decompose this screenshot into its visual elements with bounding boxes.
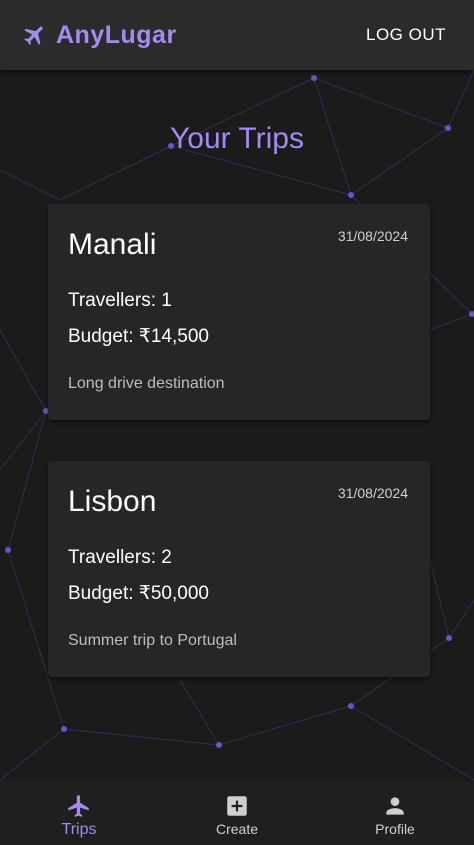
nav-item-create[interactable]: Create	[158, 781, 316, 845]
page-title: Your Trips	[170, 122, 304, 155]
logout-button[interactable]: LOG OUT	[366, 25, 446, 45]
airplane-icon	[24, 26, 43, 45]
add-box-icon	[227, 796, 247, 816]
brand[interactable]: AnyLugar	[22, 21, 177, 50]
trip-budget: Budget: ₹14,500	[68, 326, 209, 347]
app-name: AnyLugar	[56, 20, 177, 49]
trip-name: Lisbon	[68, 485, 157, 518]
trip-card[interactable]: Lisbon 31/08/2024 Travellers: 2 Budget: …	[48, 461, 430, 677]
bottom-navigation: Trips Create Profile	[0, 781, 474, 845]
nav-label-profile: Profile	[375, 821, 415, 837]
trip-date: 31/08/2024	[337, 228, 408, 244]
app-bar: AnyLugar LOG OUT	[0, 0, 474, 70]
trip-card[interactable]: Manali 31/08/2024 Travellers: 1 Budget: …	[48, 204, 430, 420]
trip-budget: Budget: ₹50,000	[68, 583, 209, 604]
trip-travellers: Travellers: 2	[68, 547, 172, 568]
nav-label-create: Create	[215, 821, 259, 837]
trip-date: 31/08/2024	[337, 485, 408, 501]
trip-travellers: Travellers: 1	[68, 290, 172, 311]
nav-item-profile[interactable]: Profile	[316, 781, 474, 845]
nav-item-trips[interactable]: Trips	[0, 781, 158, 845]
person-icon	[386, 797, 404, 815]
trip-description: Long drive destination	[68, 375, 225, 392]
nav-label-trips: Trips	[61, 821, 97, 838]
airplane-icon	[68, 795, 89, 817]
trip-name: Manali	[68, 228, 157, 261]
trip-description: Summer trip to Portugal	[68, 632, 237, 649]
